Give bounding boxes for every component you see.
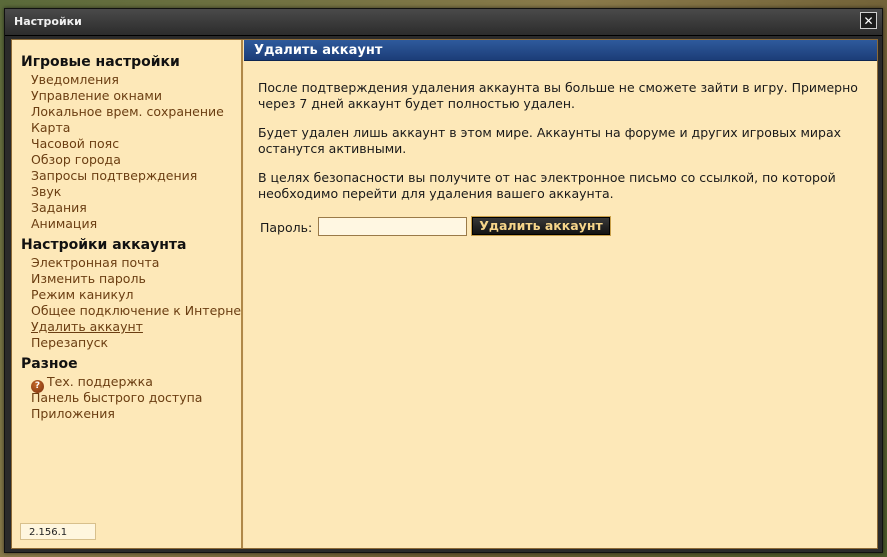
sidebar-item-window-management[interactable]: Управление окнами [12,88,241,104]
sidebar-item-quests[interactable]: Задания [12,200,241,216]
close-icon: ✕ [863,14,874,28]
sidebar-item-confirmation-requests[interactable]: Запросы подтверждения [12,168,241,184]
section-heading-account-settings: Настройки аккаунта [21,237,187,253]
sidebar-item-support-label: Тех. поддержка [47,374,153,389]
sidebar-item-city-overview[interactable]: Обзор города [12,152,241,168]
sidebar-item-animation[interactable]: Анимация [12,216,241,232]
sidebar-item-change-password[interactable]: Изменить пароль [12,271,241,287]
password-label: Пароль: [260,220,313,235]
window-content: Игровые настройки Уведомления Управление… [11,39,878,549]
window-title: Настройки [14,15,82,28]
panel-header: Удалить аккаунт [244,40,877,61]
paragraph-scope: Будет удален лишь аккаунт в этом мире. А… [258,125,842,156]
sidebar-item-support[interactable]: ? Тех. поддержка [12,374,241,393]
password-input[interactable] [318,217,467,236]
password-form: Пароль: Удалить аккаунт [258,216,859,240]
sidebar-item-email[interactable]: Электронная почта [12,255,241,271]
sidebar-item-delete-account[interactable]: Удалить аккаунт [12,319,241,335]
sidebar-item-map[interactable]: Карта [12,120,241,136]
sidebar-item-restart[interactable]: Перезапуск [12,335,241,351]
close-button[interactable]: ✕ [860,12,877,29]
sidebar-item-quickbar[interactable]: Панель быстрого доступа [12,390,241,406]
paragraph-email-confirmation: В целях безопасности вы получите от нас … [258,170,836,201]
panel-body: После подтверждения удаления аккаунта вы… [244,80,877,240]
delete-account-button[interactable]: Удалить аккаунт [471,216,611,236]
sidebar-item-shared-connection[interactable]: Общее подключение к Интернету [12,303,241,319]
settings-sidebar: Игровые настройки Уведомления Управление… [12,40,243,548]
settings-window: Настройки ✕ Игровые настройки Уведомлени… [4,8,883,553]
window-titlebar[interactable]: Настройки ✕ [5,9,882,36]
section-heading-game-settings: Игровые настройки [21,54,180,70]
sidebar-item-local-storage[interactable]: Локальное врем. сохранение [12,104,241,120]
sidebar-item-timezone[interactable]: Часовой пояс [12,136,241,152]
sidebar-item-vacation-mode[interactable]: Режим каникул [12,287,241,303]
sidebar-item-notifications[interactable]: Уведомления [12,72,241,88]
main-panel: Удалить аккаунт После подтверждения удал… [244,40,877,548]
sidebar-item-apps[interactable]: Приложения [12,406,241,422]
paragraph-warning: После подтверждения удаления аккаунта вы… [258,80,858,111]
version-label: 2.156.1 [20,523,96,540]
sidebar-item-sound[interactable]: Звук [12,184,241,200]
section-heading-misc: Разное [21,356,78,372]
